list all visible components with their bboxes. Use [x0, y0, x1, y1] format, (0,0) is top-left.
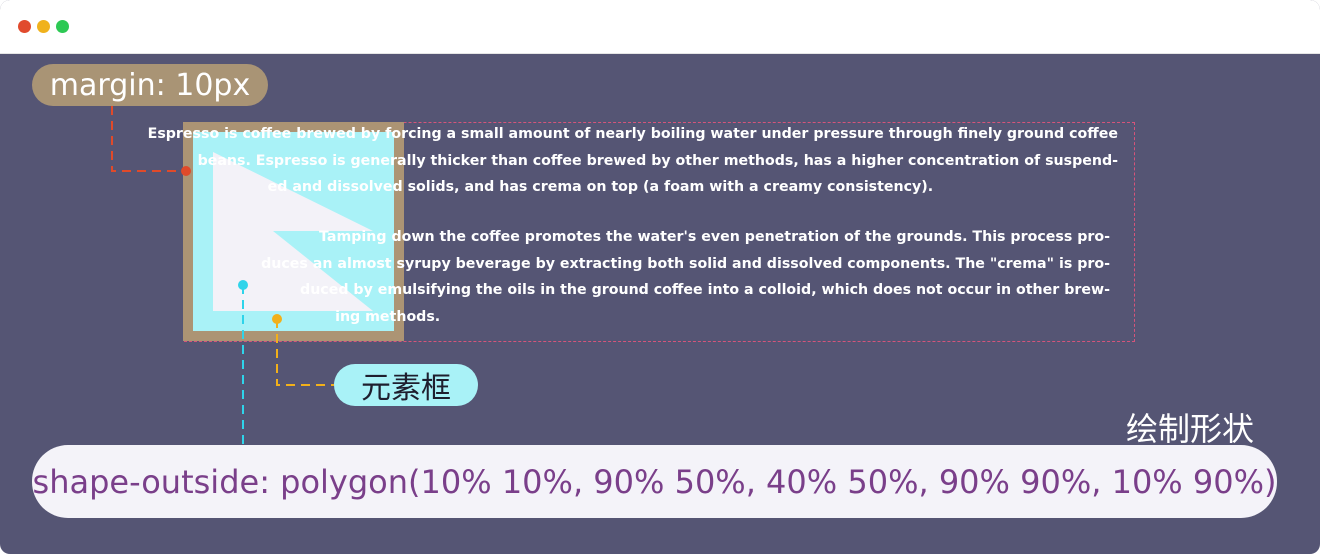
shape-outside-code: shape-outside: polygon(10% 10%, 90% 50%,… — [32, 445, 1277, 518]
paragraph-line: duces an almost syrupy beverage by extra… — [261, 255, 1110, 272]
draw-shape-label: 绘制形状 — [1126, 410, 1255, 448]
paragraph-line: beans. Espresso is generally thicker tha… — [197, 152, 1118, 169]
paragraph-espresso: Espresso is coffee brewed by forcing a s… — [148, 121, 1118, 201]
margin-label: margin: 10px — [32, 64, 268, 106]
diagram-window: Espresso is coffee brewed by forcing a s… — [0, 0, 1320, 554]
paragraph-line: duced by emulsifying the oils in the gro… — [300, 282, 1110, 298]
paragraph-line: ing methods. — [335, 308, 441, 325]
paragraph-line: Espresso is coffee brewed by forcing a s… — [147, 126, 1118, 142]
shape-leader-dot — [238, 280, 248, 290]
element-box-label: 元素框 — [334, 364, 478, 406]
paragraph-tamping: Tamping down the coffee promotes the wat… — [261, 224, 1110, 330]
paragraph-line: ed and dissolved solids, and has crema o… — [267, 179, 934, 195]
paragraph-line: Tamping down the coffee promotes the wat… — [319, 229, 1110, 245]
